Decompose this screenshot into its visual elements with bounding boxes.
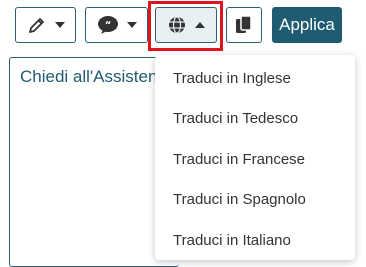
copy-button[interactable] bbox=[226, 7, 262, 43]
menu-item-translate-spanish[interactable]: Traduci in Spagnolo bbox=[155, 180, 355, 221]
svg-text:“: “ bbox=[104, 20, 111, 31]
chevron-down-icon bbox=[54, 22, 65, 28]
assistant-input[interactable]: Chiedi all'Assistente bbox=[9, 57, 179, 267]
edit-dropdown-button[interactable] bbox=[15, 7, 76, 43]
assistant-placeholder: Chiedi all'Assistente bbox=[20, 67, 172, 86]
highlight-box bbox=[148, 1, 223, 51]
chevron-down-icon bbox=[126, 22, 137, 28]
comment-dropdown-button[interactable]: “ bbox=[85, 7, 148, 43]
menu-item-translate-english[interactable]: Traduci in Inglese bbox=[155, 58, 355, 99]
pencil-icon bbox=[27, 15, 47, 35]
menu-item-translate-italian[interactable]: Traduci in Italiano bbox=[155, 220, 355, 261]
speech-bubble-icon: “ bbox=[97, 15, 119, 35]
copy-icon bbox=[234, 14, 254, 36]
translate-menu: Traduci in Inglese Traduci in Tedesco Tr… bbox=[155, 55, 355, 260]
menu-item-translate-german[interactable]: Traduci in Tedesco bbox=[155, 99, 355, 140]
apply-button[interactable]: Applica bbox=[272, 7, 342, 43]
toolbar: “ Applica bbox=[0, 0, 366, 52]
menu-item-translate-french[interactable]: Traduci in Francese bbox=[155, 139, 355, 180]
